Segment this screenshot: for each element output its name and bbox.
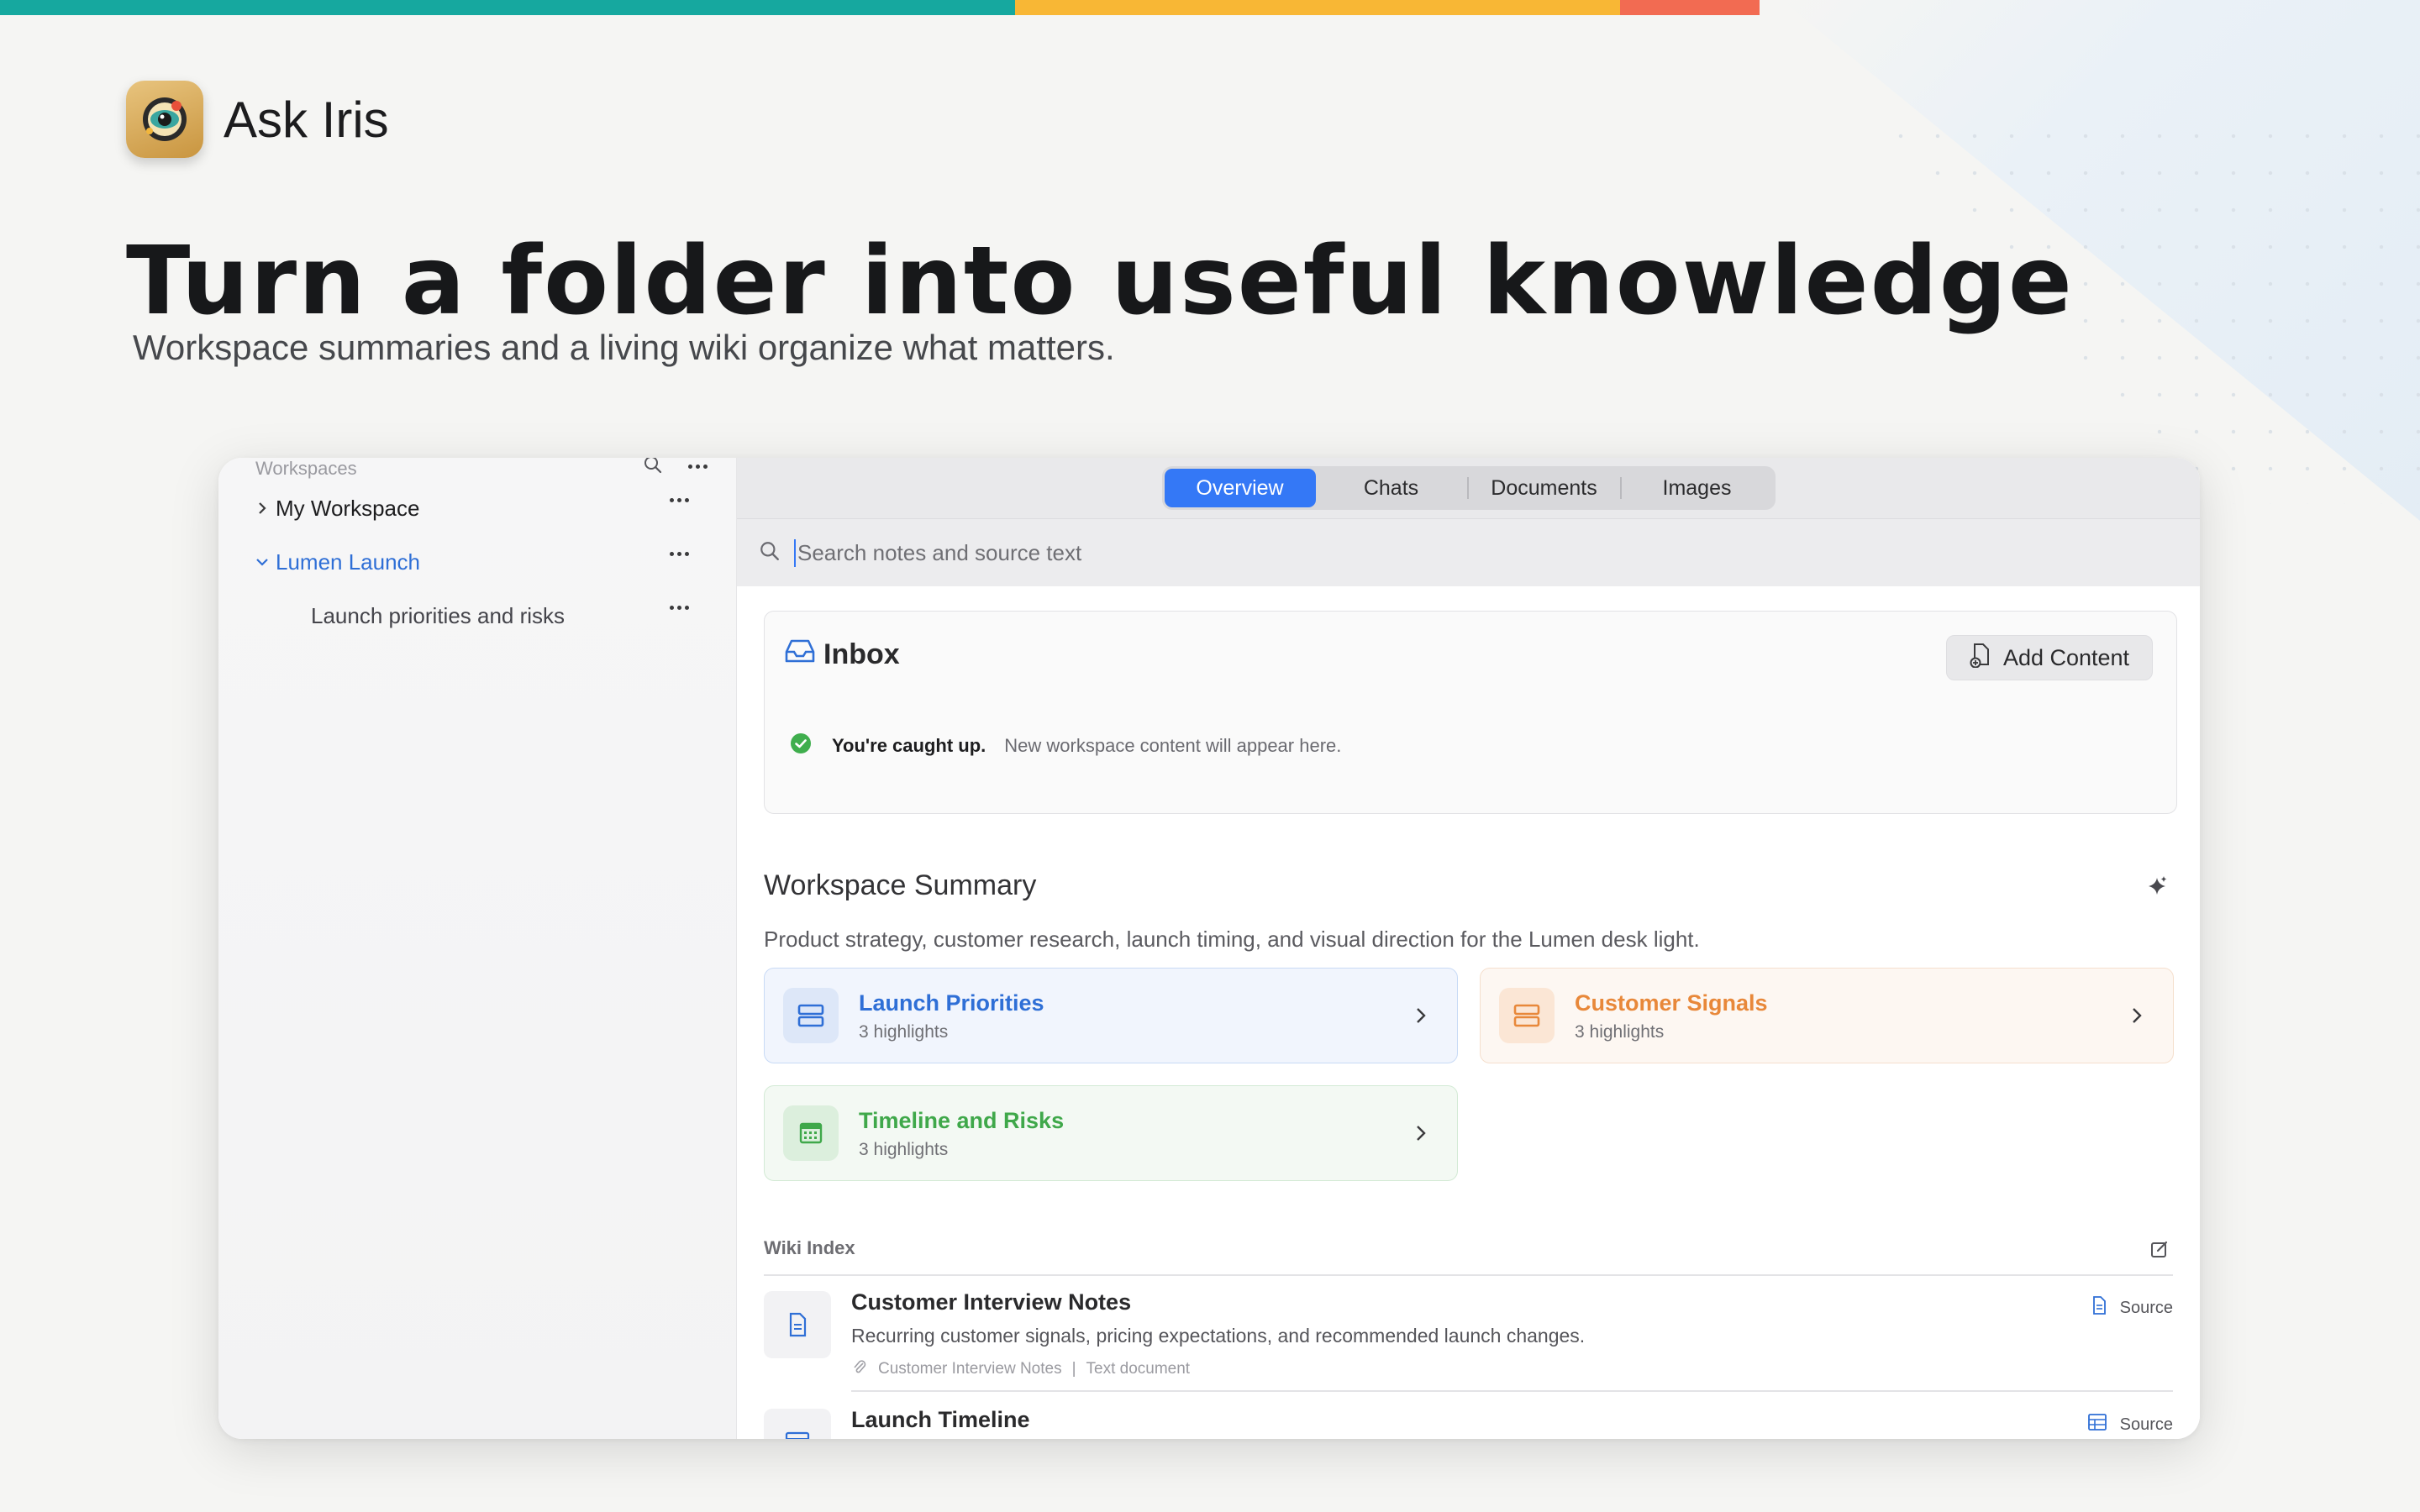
check-circle-icon <box>790 732 812 759</box>
edit-icon[interactable] <box>2149 1239 2170 1263</box>
search-icon <box>759 540 781 566</box>
summary-description: Product strategy, customer research, lau… <box>764 927 1700 952</box>
sidebar-item-launch-priorities[interactable]: Launch priorities and risks <box>252 592 706 639</box>
sidebar-item-lumen-launch[interactable]: Lumen Launch <box>252 538 706 585</box>
chevron-right-icon <box>252 501 272 516</box>
add-document-icon <box>1970 643 1991 674</box>
search-bar <box>737 518 2200 586</box>
divider <box>764 1274 2173 1276</box>
sidebar-header: Workspaces <box>255 458 357 479</box>
card-subtitle: 3 highlights <box>1575 1022 1665 1042</box>
tab-chats[interactable]: Chats <box>1316 469 1467 507</box>
sidebar-item-label: Lumen Launch <box>276 549 421 575</box>
divider <box>851 1390 2173 1392</box>
wiki-row[interactable]: Customer Interview Notes Recurring custo… <box>764 1278 2173 1387</box>
summary-card-customer-signals[interactable]: Customer Signals 3 highlights <box>1480 968 2174 1063</box>
card-title: Timeline and Risks <box>859 1108 1065 1133</box>
source-link[interactable]: Source <box>2091 1296 2173 1320</box>
more-icon[interactable] <box>670 606 689 610</box>
wiki-row-title: Launch Timeline <box>851 1407 1030 1432</box>
status-strong: You're caught up. <box>832 735 986 756</box>
tab-bar: Overview Chats Documents Images <box>737 458 2200 518</box>
chevron-right-icon <box>1415 1123 1427 1147</box>
status-text: New workspace content will appear here. <box>1004 735 1342 756</box>
wiki-row-title: Customer Interview Notes <box>851 1289 1132 1315</box>
more-icon[interactable] <box>688 465 708 469</box>
tab-documents[interactable]: Documents <box>1469 469 1620 507</box>
inbox-panel: Inbox Add Content You're caught up. New … <box>764 611 2177 814</box>
paperclip-icon <box>851 1358 868 1380</box>
subheadline: Workspace summaries and a living wiki or… <box>133 328 1115 367</box>
chevron-right-icon <box>1415 1005 1427 1030</box>
card-subtitle: 3 highlights <box>859 1022 949 1042</box>
chevron-right-icon <box>2131 1005 2143 1030</box>
summary-title: Workspace Summary <box>764 869 1037 901</box>
sidebar-item-label: Launch priorities and risks <box>311 602 566 628</box>
main-panel: Overview Chats Documents Images Inbox <box>737 458 2200 1439</box>
document-icon <box>764 1291 831 1358</box>
add-content-button[interactable]: Add Content <box>1946 635 2153 680</box>
brand-stripe <box>0 0 1760 15</box>
search-input[interactable] <box>794 538 1807 567</box>
sidebar: Workspaces My Workspace Lumen Launch Lau… <box>218 458 737 1439</box>
sparkle-icon[interactable] <box>2144 874 2170 903</box>
summary-card-timeline-and-risks[interactable]: Timeline and Risks 3 highlights <box>764 1085 1458 1181</box>
headline: Turn a folder into useful knowledge <box>126 227 2074 336</box>
wiki-row-meta: Customer Interview Notes | Text document <box>851 1358 1190 1380</box>
wiki-index-label: Wiki Index <box>764 1237 855 1258</box>
card-subtitle: 3 highlights <box>859 1140 949 1159</box>
tab-overview[interactable]: Overview <box>1164 469 1316 507</box>
stack-icon <box>1499 988 1555 1043</box>
table-icon <box>2087 1414 2107 1436</box>
more-icon[interactable] <box>670 552 689 556</box>
sidebar-item-my-workspace[interactable]: My Workspace <box>252 485 706 532</box>
inbox-title: Inbox <box>783 637 900 673</box>
search-icon[interactable] <box>643 458 663 479</box>
stack-icon <box>783 988 839 1043</box>
sidebar-item-label: My Workspace <box>276 495 420 521</box>
calendar-icon <box>783 1105 839 1161</box>
card-title: Customer Signals <box>1575 990 1768 1016</box>
inbox-status: You're caught up. New workspace content … <box>790 732 1341 759</box>
app-window: Workspaces My Workspace Lumen Launch Lau… <box>218 458 2200 1439</box>
wiki-row-description: Recurring customer signals, pricing expe… <box>851 1325 1586 1347</box>
document-icon <box>2091 1296 2107 1320</box>
more-icon[interactable] <box>670 498 689 502</box>
inbox-tray-icon <box>783 637 817 673</box>
card-title: Launch Priorities <box>859 990 1044 1016</box>
app-icon <box>126 81 203 158</box>
source-link[interactable]: Source <box>2087 1414 2173 1436</box>
tab-images[interactable]: Images <box>1622 469 1773 507</box>
wiki-row[interactable]: Launch Timeline Source <box>764 1395 2173 1439</box>
table-icon <box>764 1409 831 1439</box>
brand: Ask Iris <box>126 81 389 158</box>
summary-card-launch-priorities[interactable]: Launch Priorities 3 highlights <box>764 968 1458 1063</box>
chevron-down-icon <box>252 556 272 568</box>
app-name: Ask Iris <box>224 91 389 148</box>
